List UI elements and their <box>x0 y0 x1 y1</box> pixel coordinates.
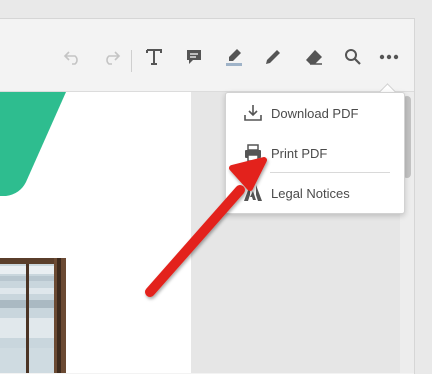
undo-icon <box>63 51 78 65</box>
page-photo <box>0 258 66 373</box>
redo-icon <box>106 51 121 65</box>
menu-divider <box>270 172 390 173</box>
download-icon <box>243 103 263 123</box>
printer-icon <box>243 143 263 163</box>
menu-item-label: Download PDF <box>271 105 359 121</box>
search-button[interactable] <box>342 46 364 68</box>
search-icon <box>345 49 361 65</box>
toolbar-separator <box>131 50 132 72</box>
pencil-icon <box>266 50 280 64</box>
menu-item-download-pdf[interactable]: Download PDF <box>226 95 404 131</box>
page-green-graphic <box>0 92 66 196</box>
undo-button[interactable] <box>62 46 84 68</box>
more-options-icon <box>379 54 399 60</box>
text-tool-button[interactable] <box>143 46 165 68</box>
highlight-icon <box>226 49 242 66</box>
pencil-button[interactable] <box>262 46 284 68</box>
more-options-menu: Download PDF Print PDF Legal Notices <box>225 92 405 214</box>
menu-item-label: Print PDF <box>271 145 328 161</box>
adobe-logo-icon <box>243 183 263 203</box>
highlight-button[interactable] <box>223 46 245 68</box>
menu-item-print-pdf[interactable]: Print PDF <box>226 135 404 171</box>
text-tool-icon <box>146 49 162 65</box>
comment-icon <box>187 50 201 64</box>
redo-button[interactable] <box>100 46 122 68</box>
menu-item-legal-notices[interactable]: Legal Notices <box>226 175 404 211</box>
comment-button[interactable] <box>183 46 205 68</box>
more-options-button[interactable] <box>378 46 400 68</box>
menu-item-label: Legal Notices <box>271 185 350 201</box>
eraser-button[interactable] <box>303 46 325 68</box>
eraser-icon <box>306 50 322 65</box>
